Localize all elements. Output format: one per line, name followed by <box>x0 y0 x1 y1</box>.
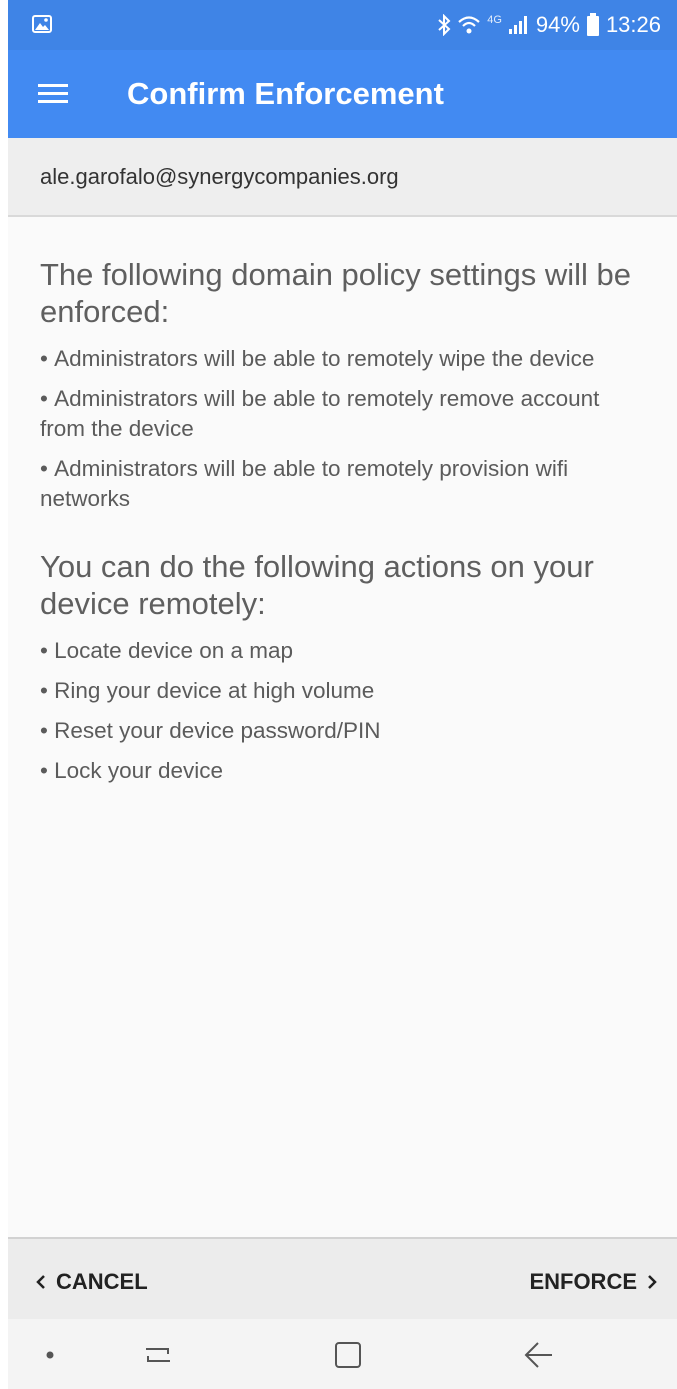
actions-heading: You can do the following actions on your… <box>40 549 594 621</box>
back-button[interactable] <box>518 1335 558 1375</box>
policy-content: The following domain policy settings wil… <box>40 256 650 796</box>
account-email: ale.garofalo@synergycompanies.org <box>40 164 399 189</box>
status-bar: 4G 94% 13:26 <box>8 0 677 50</box>
account-bar: ale.garofalo@synergycompanies.org <box>8 138 677 217</box>
enforce-button-label: ENFORCE <box>529 1269 637 1294</box>
back-arrow-icon <box>524 1342 552 1368</box>
home-square-icon <box>335 1342 361 1368</box>
clock: 13:26 <box>605 12 661 37</box>
list-item: Reset your device password/PIN <box>40 716 650 746</box>
enforce-button[interactable]: ENFORCE <box>529 1265 657 1299</box>
cancel-button-label: CANCEL <box>56 1269 148 1294</box>
battery-icon <box>586 13 599 36</box>
image-icon <box>32 15 52 33</box>
chevron-left-icon <box>36 1275 45 1289</box>
dot-icon <box>46 1351 54 1359</box>
wifi-icon <box>458 16 480 34</box>
recent-apps-icon <box>146 1348 170 1362</box>
chevron-right-icon <box>648 1275 657 1289</box>
home-button[interactable] <box>328 1335 368 1375</box>
policies-heading: The following domain policy settings wil… <box>40 257 632 329</box>
list-item: Administrators will be able to remotely … <box>40 454 650 514</box>
recent-apps-button[interactable] <box>138 1335 178 1375</box>
policies-list: Administrators will be able to remotely … <box>40 344 650 514</box>
network-type-label: 4G <box>487 14 502 26</box>
list-item: Ring your device at high volume <box>40 676 650 706</box>
list-item: Administrators will be able to remotely … <box>40 344 650 374</box>
list-item: Administrators will be able to remotely … <box>40 384 650 444</box>
cancel-button[interactable]: CANCEL <box>36 1265 148 1299</box>
app-bar: Confirm Enforcement <box>8 50 677 138</box>
list-item: Lock your device <box>40 756 650 786</box>
signal-icon <box>508 16 527 34</box>
actions-list: Locate device on a map Ring your device … <box>40 636 650 786</box>
nav-dot-button[interactable] <box>30 1335 70 1375</box>
system-navigation-bar <box>8 1319 677 1389</box>
hamburger-menu-icon[interactable] <box>36 78 72 110</box>
battery-percent: 94% <box>535 12 580 37</box>
bluetooth-icon <box>438 14 451 36</box>
screen: 4G 94% 13:26 Confirm Enforcement ale.gar… <box>8 0 677 1389</box>
list-item: Locate device on a map <box>40 636 650 666</box>
bottom-action-bar: CANCEL ENFORCE <box>8 1237 677 1321</box>
status-indicators: 4G 94% 13:26 <box>437 10 661 40</box>
page-title: Confirm Enforcement <box>127 76 444 111</box>
